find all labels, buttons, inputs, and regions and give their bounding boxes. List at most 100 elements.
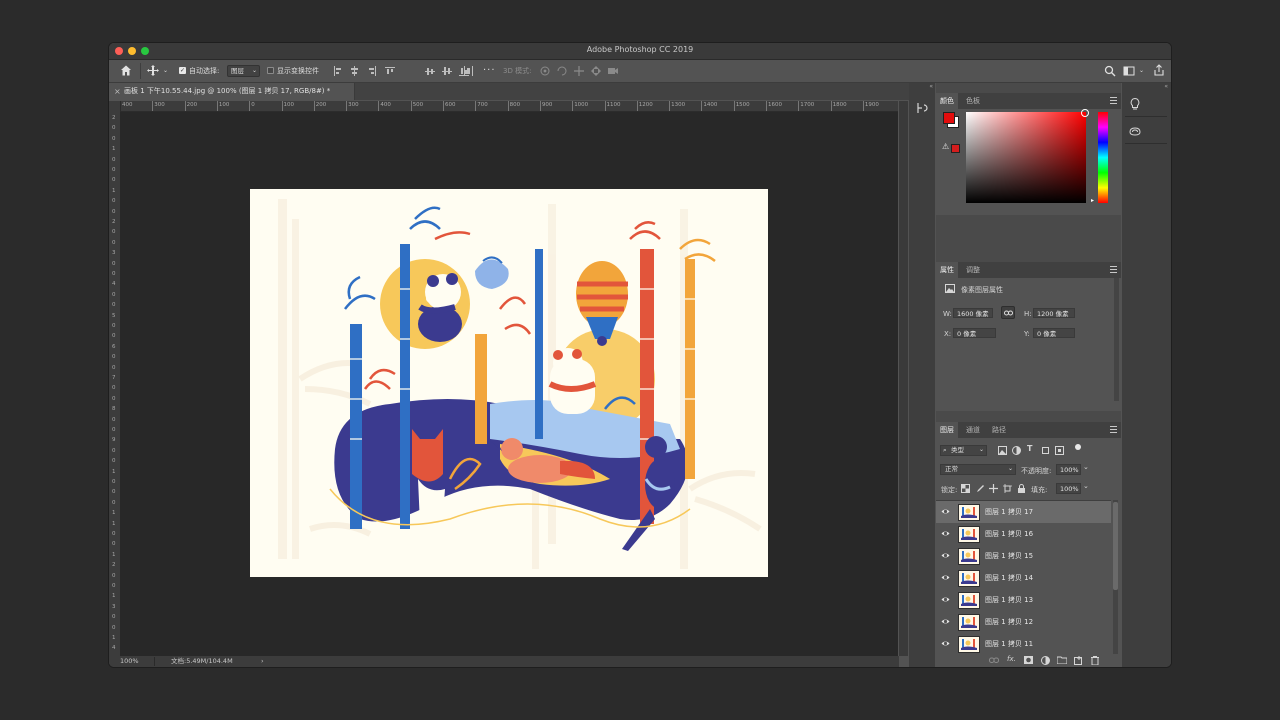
collapse-dock-icon[interactable]: «: [929, 83, 933, 90]
chevron-down-icon[interactable]: ⌄: [1083, 482, 1089, 490]
layer-row[interactable]: 图层 1 拷贝 16: [936, 523, 1111, 546]
y-field[interactable]: 0 像素: [1033, 328, 1075, 338]
visibility-eye-icon[interactable]: [941, 551, 950, 560]
3d-roll-icon[interactable]: [556, 65, 568, 77]
new-group-folder-icon[interactable]: [1057, 656, 1067, 664]
canvas-area[interactable]: [120, 112, 898, 656]
adjustment-layer-icon[interactable]: [1041, 656, 1050, 665]
chevron-down-icon[interactable]: ⌄: [1139, 60, 1144, 82]
layer-row[interactable]: 图层 1 拷贝 14: [936, 567, 1111, 590]
vertical-scrollbar[interactable]: [899, 101, 908, 656]
blend-mode-dropdown[interactable]: 正常 ⌄: [940, 464, 1016, 475]
fill-field[interactable]: 100%: [1056, 483, 1081, 494]
hue-slider-handle[interactable]: ▸: [1091, 197, 1094, 204]
tab-channels[interactable]: 通道: [962, 422, 984, 438]
filter-pixel-icon[interactable]: [998, 446, 1007, 455]
out-of-gamut-warning-icon[interactable]: ⚠: [942, 142, 949, 151]
lock-all-icon[interactable]: [1017, 484, 1026, 493]
chevron-down-icon[interactable]: ⌄: [1083, 463, 1089, 471]
foreground-color-swatch[interactable]: [943, 112, 955, 124]
3d-orbit-icon[interactable]: [539, 65, 551, 77]
color-picker-cursor[interactable]: [1081, 109, 1089, 117]
layer-row[interactable]: 图层 1 拷贝 11: [936, 633, 1111, 655]
visibility-eye-icon[interactable]: [941, 507, 950, 516]
layer-style-fx-icon[interactable]: fx.: [1007, 655, 1016, 663]
panel-menu-icon[interactable]: [1110, 266, 1117, 273]
properties-scrollbar[interactable]: [1114, 278, 1119, 401]
gamut-color-swatch[interactable]: [951, 144, 960, 153]
3d-camera-icon[interactable]: [607, 65, 619, 77]
share-icon[interactable]: [1153, 64, 1165, 77]
visibility-eye-icon[interactable]: [941, 573, 950, 582]
more-options-icon[interactable]: ···: [483, 60, 496, 82]
link-layers-icon[interactable]: [989, 656, 999, 665]
artboard-image[interactable]: [250, 189, 768, 577]
panel-menu-icon[interactable]: [1110, 426, 1117, 433]
document-tab[interactable]: × 画板 1 下午10.55.44.jpg @ 100% (图层 1 拷贝 17…: [109, 83, 355, 100]
layer-row[interactable]: 图层 1 拷贝 13: [936, 589, 1111, 612]
zoom-level[interactable]: 100%: [120, 656, 139, 667]
lock-artboard-icon[interactable]: [1003, 484, 1012, 493]
align-middle-icon[interactable]: [442, 66, 452, 76]
horizontal-ruler[interactable]: 400 300 200 100 0 100 200 300 400 500 600 700 800 900…: [120, 101, 898, 112]
link-dimensions-button[interactable]: [1001, 306, 1015, 319]
close-tab-icon[interactable]: ×: [114, 83, 121, 100]
width-field[interactable]: 1600 像素: [953, 308, 993, 318]
tab-color[interactable]: 颜色: [936, 93, 958, 109]
status-menu-arrow[interactable]: ›: [261, 656, 264, 667]
align-left-icon[interactable]: [333, 66, 342, 76]
lock-transparent-icon[interactable]: [961, 484, 970, 493]
delete-layer-trash-icon[interactable]: [1091, 656, 1099, 665]
align-top-icon[interactable]: [385, 66, 395, 76]
filter-shape-icon[interactable]: [1041, 446, 1050, 455]
filter-smart-object-icon[interactable]: [1055, 446, 1064, 455]
add-mask-icon[interactable]: [1024, 656, 1033, 664]
collapse-dock-icon[interactable]: «: [1164, 83, 1168, 90]
distribute-icon[interactable]: [464, 66, 473, 76]
tab-swatches[interactable]: 色板: [962, 93, 984, 109]
libraries-icon[interactable]: [1128, 124, 1142, 138]
opacity-field[interactable]: 100%: [1056, 464, 1081, 475]
layer-row[interactable]: 图层 1 拷贝 17: [936, 501, 1111, 524]
auto-select-checkbox[interactable]: ✓: [179, 67, 186, 74]
3d-slide-icon[interactable]: [590, 65, 602, 77]
align-horizontal-center-icon[interactable]: [350, 66, 359, 76]
move-tool-icon[interactable]: [147, 64, 159, 77]
filter-type-icon[interactable]: T: [1027, 444, 1032, 453]
layers-list[interactable]: 图层 1 拷贝 17 图层 1 拷贝 16 图层 1 拷贝 15 图层 1 拷贝 14…: [936, 500, 1111, 655]
layers-scrollbar-thumb[interactable]: [1113, 502, 1118, 590]
auto-select-dropdown[interactable]: 图层 ⌄: [227, 65, 260, 77]
ruler-origin[interactable]: [109, 101, 120, 111]
new-layer-icon[interactable]: [1074, 656, 1083, 665]
visibility-eye-icon[interactable]: [941, 617, 950, 626]
show-transform-checkbox[interactable]: [267, 67, 274, 74]
tab-adjustments[interactable]: 调整: [962, 262, 984, 278]
lock-position-icon[interactable]: [989, 484, 998, 493]
panel-menu-icon[interactable]: [1110, 97, 1117, 104]
color-picker-field[interactable]: [966, 109, 1089, 203]
x-field[interactable]: 0 像素: [953, 328, 996, 338]
lock-paint-brush-icon[interactable]: [975, 484, 984, 493]
filter-toggle-icon[interactable]: [1075, 444, 1081, 450]
visibility-eye-icon[interactable]: [941, 529, 950, 538]
align-vertical-center-icon[interactable]: [425, 66, 435, 76]
tab-layers[interactable]: 图层: [936, 422, 958, 438]
history-icon[interactable]: [915, 101, 929, 115]
visibility-eye-icon[interactable]: [941, 639, 950, 648]
layers-scrollbar[interactable]: [1113, 500, 1118, 654]
layer-row[interactable]: 图层 1 拷贝 12: [936, 611, 1111, 634]
search-icon[interactable]: [1104, 65, 1116, 77]
filter-adjustment-icon[interactable]: [1012, 446, 1021, 455]
tab-properties[interactable]: 属性: [936, 262, 958, 278]
visibility-eye-icon[interactable]: [941, 595, 950, 604]
3d-pan-icon[interactable]: [573, 65, 585, 77]
layer-filter-dropdown[interactable]: ⌕ 类型 ⌄: [940, 445, 987, 456]
hue-slider[interactable]: [1098, 112, 1108, 203]
layer-row[interactable]: 图层 1 拷贝 15: [936, 545, 1111, 568]
chevron-down-icon[interactable]: ⌄: [163, 60, 168, 82]
align-right-icon[interactable]: [367, 66, 376, 76]
learn-lightbulb-icon[interactable]: [1128, 97, 1142, 111]
workspace-icon[interactable]: [1123, 65, 1135, 77]
height-field[interactable]: 1200 像素: [1033, 308, 1075, 318]
home-icon[interactable]: [120, 64, 132, 77]
